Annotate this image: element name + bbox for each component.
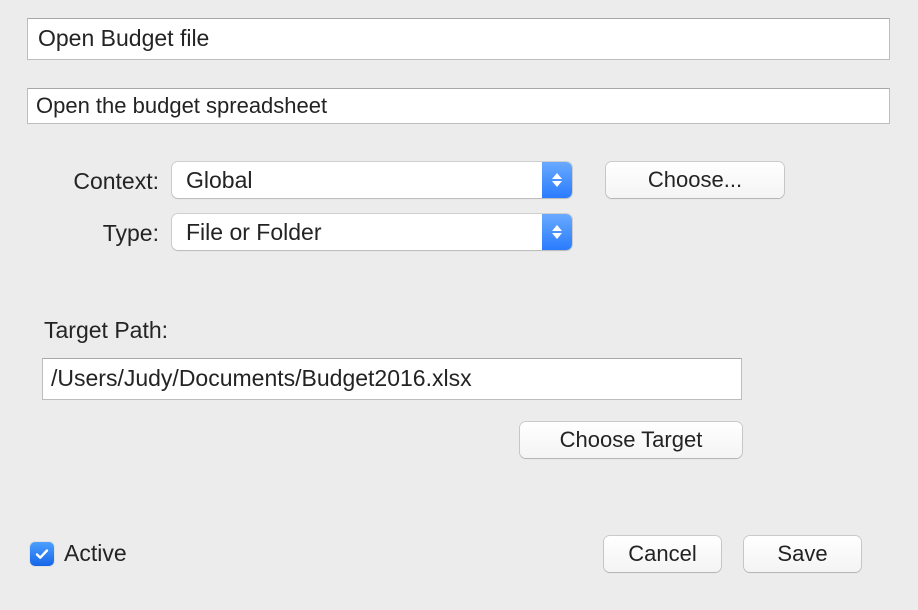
save-button[interactable]: Save	[744, 536, 861, 572]
choose-context-button[interactable]: Choose...	[606, 162, 784, 198]
target-path-input[interactable]: /Users/Judy/Documents/Budget2016.xlsx	[42, 358, 742, 400]
name-input[interactable]: Open Budget file	[27, 18, 890, 60]
choose-target-button[interactable]: Choose Target	[520, 422, 742, 458]
updown-icon	[542, 162, 572, 198]
updown-icon	[542, 214, 572, 250]
type-select-value: File or Folder	[172, 219, 542, 246]
type-label: Type:	[103, 220, 159, 247]
active-checkbox-label: Active	[64, 540, 127, 567]
checkbox-checked-icon	[30, 542, 54, 566]
context-label: Context:	[73, 168, 159, 195]
target-path-label: Target Path:	[44, 317, 168, 344]
type-select[interactable]: File or Folder	[172, 214, 572, 250]
cancel-button[interactable]: Cancel	[604, 536, 721, 572]
context-select-value: Global	[172, 167, 542, 194]
description-input[interactable]: Open the budget spreadsheet	[27, 88, 890, 124]
active-checkbox-row[interactable]: Active	[30, 540, 127, 567]
context-select[interactable]: Global	[172, 162, 572, 198]
